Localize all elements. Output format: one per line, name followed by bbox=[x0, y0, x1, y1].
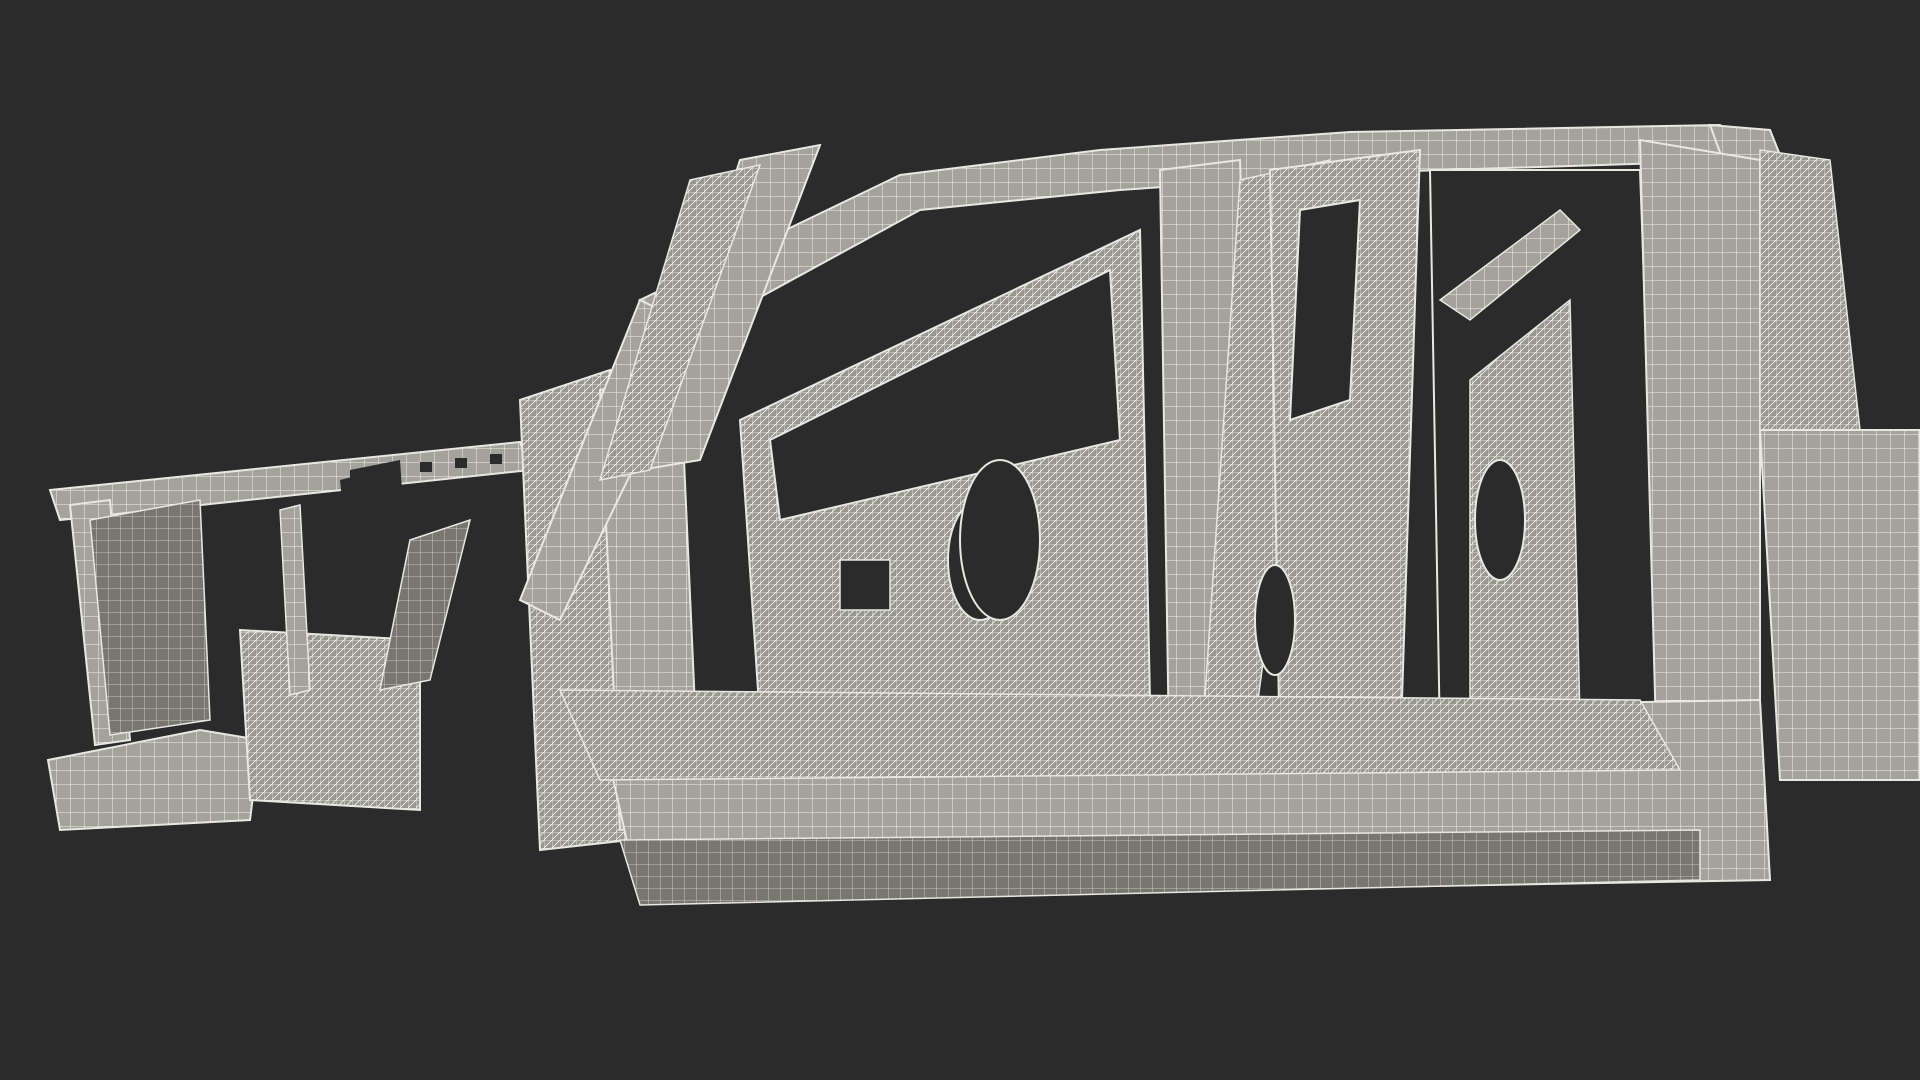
floor-pan bbox=[558, 689, 1682, 781]
front-door-frame bbox=[738, 228, 1152, 722]
render-viewport bbox=[0, 0, 1920, 1080]
front-bumper-assembly bbox=[46, 440, 532, 832]
truck-frame-wireframe-render bbox=[46, 123, 1920, 906]
rear-door-frame bbox=[1254, 148, 1662, 772]
